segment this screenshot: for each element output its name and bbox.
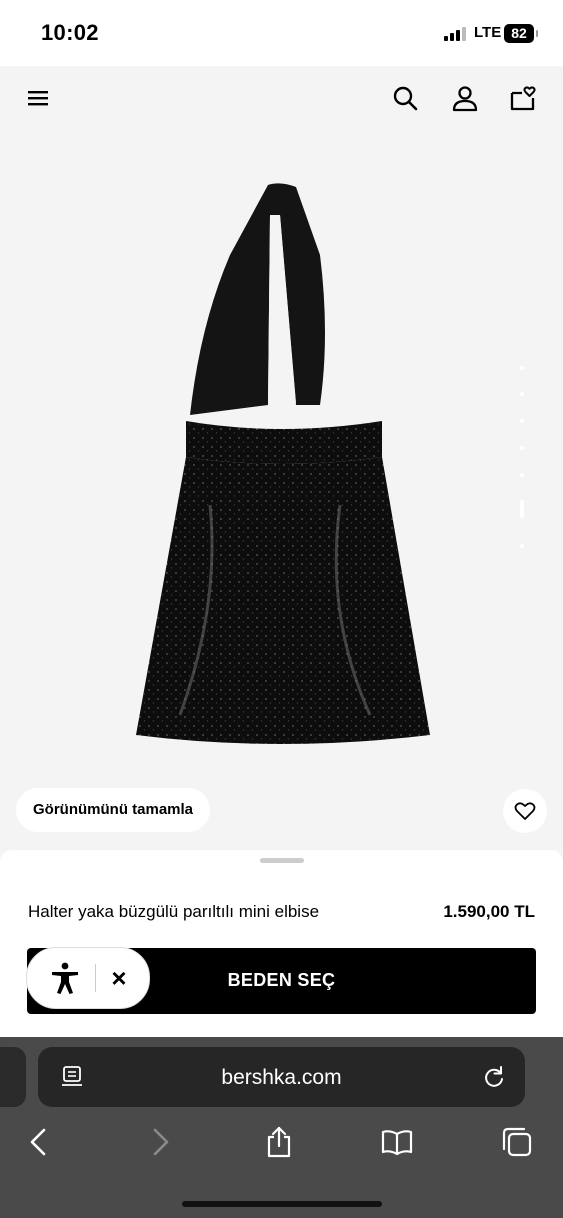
battery-tip — [536, 30, 538, 37]
select-size-button[interactable]: BEDEN SEÇ × — [26, 947, 536, 1014]
pager-dot[interactable] — [520, 473, 524, 477]
pager-active[interactable] — [520, 500, 524, 518]
back-icon[interactable] — [22, 1125, 56, 1159]
site-header — [0, 66, 563, 130]
sheet-grabber[interactable] — [260, 858, 304, 863]
previous-tab-handle[interactable] — [0, 1047, 26, 1107]
pager-dot[interactable] — [520, 446, 524, 450]
product-image[interactable] — [120, 175, 440, 765]
accessibility-icon[interactable] — [47, 960, 83, 996]
product-sheet: Halter yaka büzgülü parıltılı mini elbis… — [0, 850, 563, 1040]
address-bar[interactable]: bershka.com — [38, 1047, 525, 1107]
pager-dot[interactable] — [520, 366, 524, 370]
status-bar: 10:02 LTE 82 — [0, 0, 563, 66]
pager-dot[interactable] — [520, 544, 524, 548]
forward-icon[interactable] — [143, 1125, 177, 1159]
signal-icon — [444, 27, 466, 41]
image-pager[interactable] — [518, 360, 526, 560]
product-name: Halter yaka büzgülü parıltılı mini elbis… — [28, 902, 320, 921]
account-icon[interactable] — [451, 84, 479, 112]
pager-dot[interactable] — [520, 419, 524, 423]
share-icon[interactable] — [262, 1125, 296, 1159]
browser-toolbar: bershka.com — [0, 1037, 563, 1218]
url-text: bershka.com — [221, 1066, 342, 1089]
close-icon[interactable]: × — [107, 963, 131, 993]
favorite-button[interactable] — [503, 789, 547, 833]
accessibility-divider — [95, 964, 96, 992]
reload-icon[interactable] — [481, 1064, 507, 1090]
menu-icon[interactable] — [24, 84, 52, 112]
heart-icon — [514, 802, 536, 820]
product-price: 1.590,00 TL — [443, 902, 535, 921]
network-label: LTE — [474, 24, 502, 41]
tabs-icon[interactable] — [500, 1125, 534, 1159]
complete-look-button[interactable]: Görünümünü tamamla — [16, 788, 211, 832]
home-indicator[interactable] — [182, 1201, 382, 1207]
accessibility-widget: × — [26, 947, 150, 1009]
pager-dot[interactable] — [520, 392, 524, 396]
status-time: 10:02 — [41, 20, 99, 45]
battery-icon: 82 — [504, 24, 534, 43]
search-icon[interactable] — [391, 84, 419, 112]
wishlist-bag-icon[interactable] — [509, 84, 537, 112]
bookmarks-icon[interactable] — [380, 1125, 414, 1159]
